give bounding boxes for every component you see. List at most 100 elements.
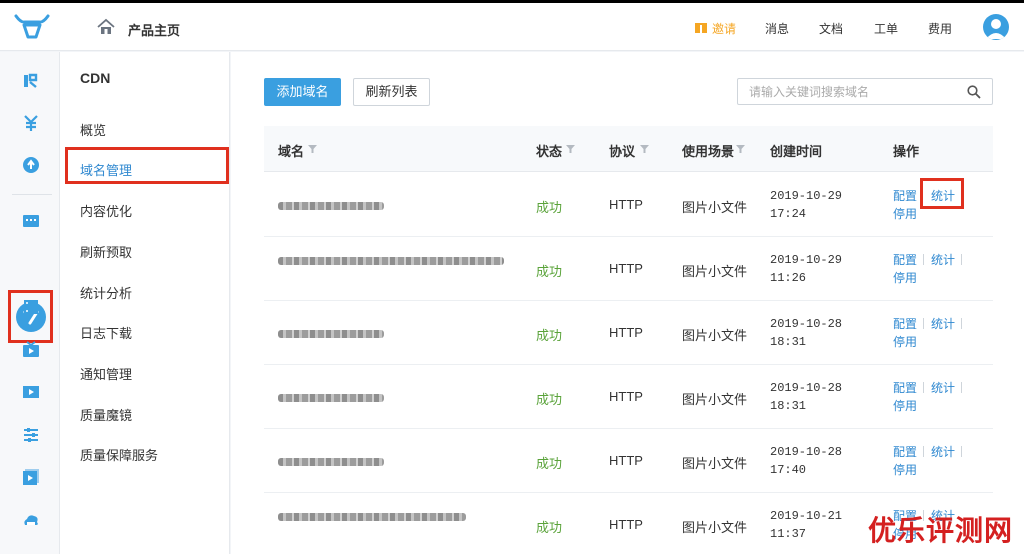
nav-invite[interactable]: 邀请 bbox=[712, 20, 736, 37]
created-time: 17:24 bbox=[770, 207, 807, 221]
config-link[interactable]: 配置 bbox=[893, 315, 917, 332]
redacted-domain[interactable] bbox=[278, 257, 504, 265]
created-date: 2019-10-28 bbox=[770, 317, 843, 331]
col-header-scene: 使用场景 bbox=[682, 144, 735, 159]
rail-video-icon[interactable] bbox=[22, 468, 40, 486]
home-icon[interactable] bbox=[97, 18, 115, 36]
col-header-domain: 域名 bbox=[278, 144, 305, 159]
redacted-domain[interactable] bbox=[278, 330, 384, 338]
created-time: 11:26 bbox=[770, 271, 807, 285]
gift-icon[interactable] bbox=[695, 21, 707, 33]
rail-settings-icon[interactable] bbox=[22, 426, 40, 444]
filter-icon[interactable] bbox=[566, 145, 575, 153]
filter-icon[interactable] bbox=[736, 145, 745, 153]
subnav-item-notifications[interactable]: 通知管理 bbox=[80, 364, 132, 383]
table-row: 成功 HTTP 图片小文件 2019-10-28 17:40 配置 统计 停用 bbox=[264, 429, 993, 493]
link-separator bbox=[923, 382, 924, 393]
subnav-item-quality-assurance[interactable]: 质量保障服务 bbox=[80, 445, 158, 464]
protocol-cell: HTTP bbox=[609, 261, 643, 276]
search-icon[interactable] bbox=[967, 85, 981, 99]
stats-link[interactable]: 统计 bbox=[931, 251, 955, 268]
filter-icon[interactable] bbox=[640, 145, 649, 153]
highlight-domain-management bbox=[65, 147, 229, 184]
scene-cell: 图片小文件 bbox=[682, 520, 748, 535]
rail-divider bbox=[12, 194, 52, 195]
nav-tickets[interactable]: 工单 bbox=[874, 20, 898, 37]
link-separator bbox=[923, 318, 924, 329]
status-cell: 成功 bbox=[536, 264, 563, 279]
rail-media-icon[interactable] bbox=[22, 383, 40, 401]
link-separator bbox=[961, 446, 962, 457]
add-domain-button[interactable]: 添加域名 bbox=[264, 78, 341, 106]
refresh-list-button[interactable]: 刷新列表 bbox=[353, 78, 430, 106]
scene-cell: 图片小文件 bbox=[682, 264, 748, 279]
link-separator bbox=[923, 254, 924, 265]
config-link[interactable]: 配置 bbox=[893, 379, 917, 396]
protocol-cell: HTTP bbox=[609, 325, 643, 340]
nav-billing[interactable]: 费用 bbox=[928, 20, 952, 37]
created-date: 2019-10-28 bbox=[770, 445, 843, 459]
user-avatar[interactable] bbox=[983, 14, 1009, 40]
table-row: 成功 HTTP 图片小文件 2019-10-29 17:24 配置 统计 停用 bbox=[264, 173, 993, 237]
protocol-cell: HTTP bbox=[609, 517, 643, 532]
status-cell: 成功 bbox=[536, 456, 563, 471]
stats-link[interactable]: 统计 bbox=[931, 315, 955, 332]
domain-search-box bbox=[737, 78, 993, 105]
qiniu-logo-icon[interactable] bbox=[14, 13, 50, 41]
created-time: 18:31 bbox=[770, 335, 807, 349]
stats-link[interactable]: 统计 bbox=[931, 443, 955, 460]
protocol-cell: HTTP bbox=[609, 389, 643, 404]
config-link[interactable]: 配置 bbox=[893, 187, 917, 204]
rail-cloud-icon[interactable] bbox=[22, 511, 40, 529]
highlight-stats-link bbox=[920, 178, 964, 209]
rail-resource-icon[interactable] bbox=[22, 72, 40, 90]
top-header: 产品主页 邀请 消息 文档 工单 费用 bbox=[0, 3, 1024, 51]
created-date: 2019-10-29 bbox=[770, 189, 843, 203]
redacted-domain[interactable] bbox=[278, 202, 384, 210]
stats-link[interactable]: 统计 bbox=[931, 379, 955, 396]
subnav-item-log-download[interactable]: 日志下载 bbox=[80, 323, 132, 342]
subnav-item-content-optimization[interactable]: 内容优化 bbox=[80, 201, 132, 220]
redacted-domain[interactable] bbox=[278, 394, 384, 402]
disable-link[interactable]: 停用 bbox=[893, 461, 917, 478]
config-link[interactable]: 配置 bbox=[893, 443, 917, 460]
table-header: 域名 状态 协议 使用场景 创建时间 操作 bbox=[264, 126, 993, 172]
subnav-item-overview[interactable]: 概览 bbox=[80, 120, 106, 139]
subnav-item-refresh-prefetch[interactable]: 刷新预取 bbox=[80, 242, 132, 261]
rail-upload-icon[interactable] bbox=[22, 156, 40, 174]
scene-cell: 图片小文件 bbox=[682, 328, 748, 343]
disable-link[interactable]: 停用 bbox=[893, 397, 917, 414]
site-watermark: 优乐评测网 bbox=[868, 514, 1014, 547]
config-link[interactable]: 配置 bbox=[893, 251, 917, 268]
product-rail bbox=[0, 52, 60, 554]
created-date: 2019-10-21 bbox=[770, 509, 843, 523]
link-separator bbox=[961, 382, 962, 393]
created-time: 17:40 bbox=[770, 463, 807, 477]
table-row: 成功 HTTP 图片小文件 2019-10-29 11:26 配置 统计 停用 bbox=[264, 237, 993, 301]
disable-link[interactable]: 停用 bbox=[893, 205, 917, 222]
table-row: 成功 HTTP 图片小文件 2019-10-28 18:31 配置 统计 停用 bbox=[264, 301, 993, 365]
filter-icon[interactable] bbox=[308, 145, 317, 153]
nav-messages[interactable]: 消息 bbox=[765, 20, 789, 37]
rail-live-icon[interactable] bbox=[22, 341, 40, 359]
col-header-created: 创建时间 bbox=[770, 144, 823, 159]
created-time: 11:37 bbox=[770, 527, 807, 541]
redacted-domain[interactable] bbox=[278, 458, 384, 466]
subnav-item-statistics[interactable]: 统计分析 bbox=[80, 283, 132, 302]
nav-docs[interactable]: 文档 bbox=[819, 20, 843, 37]
main-content: 添加域名 刷新列表 域名 状态 协议 使用场景 创建时间 操作 成功 HTTP … bbox=[231, 52, 1024, 554]
rail-server-icon[interactable] bbox=[22, 298, 40, 316]
redacted-domain[interactable] bbox=[278, 513, 466, 521]
domain-search-input[interactable] bbox=[738, 79, 958, 104]
disable-link[interactable]: 停用 bbox=[893, 269, 917, 286]
protocol-cell: HTTP bbox=[609, 197, 643, 212]
rail-billing-icon[interactable] bbox=[22, 114, 40, 132]
disable-link[interactable]: 停用 bbox=[893, 333, 917, 350]
link-separator bbox=[961, 318, 962, 329]
scene-cell: 图片小文件 bbox=[682, 456, 748, 471]
subnav-item-quality-mirror[interactable]: 质量魔镜 bbox=[80, 405, 132, 424]
rail-storage-icon[interactable] bbox=[22, 212, 40, 230]
scene-cell: 图片小文件 bbox=[682, 200, 748, 215]
link-separator bbox=[961, 254, 962, 265]
col-header-status: 状态 bbox=[536, 144, 563, 159]
